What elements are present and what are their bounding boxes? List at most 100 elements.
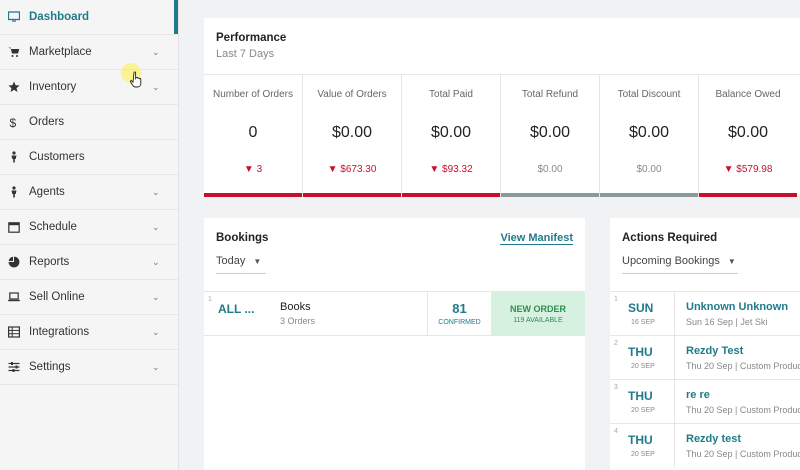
- chevron-down-icon[interactable]: ⌄: [152, 187, 162, 198]
- sidebar-item-settings[interactable]: Settings ⌄: [0, 350, 178, 385]
- sidebar-item-sell-online[interactable]: Sell Online ⌄: [0, 280, 178, 315]
- stat-card: Total Discount $0.00 $0.00: [600, 75, 699, 197]
- action-row[interactable]: 3 THU 20 SEP re re Thu 20 Sep | Custom Produ…: [610, 379, 800, 423]
- performance-title: Performance: [216, 32, 287, 44]
- stat-value: $0.00: [331, 124, 373, 141]
- cart-icon: [8, 46, 20, 58]
- sidebar-item-marketplace[interactable]: Marketplace ⌄: [0, 35, 178, 70]
- bookings-date-dropdown[interactable]: Today ▼: [216, 255, 261, 267]
- chevron-down-icon[interactable]: ⌄: [152, 257, 162, 268]
- action-row[interactable]: 1 SUN 16 SEP Unknown Unknown Sun 16 Sep | Je…: [610, 291, 800, 335]
- stat-label: Value of Orders: [317, 89, 387, 100]
- sidebar-item-schedule[interactable]: Schedule ⌄: [0, 210, 178, 245]
- dollar-icon: $: [8, 116, 20, 128]
- stats-row: Number of Orders 0 ▼ 3 Value of Orders $0.00…: [204, 74, 800, 197]
- agent-icon: [8, 186, 20, 198]
- action-day: THU: [628, 345, 653, 359]
- performance-subtitle: Last 7 Days: [216, 48, 275, 60]
- action-row[interactable]: 2 THU 20 SEP Rezdy Test Thu 20 Sep | Custom …: [610, 335, 800, 379]
- stat-value: $0.00: [628, 124, 670, 141]
- action-customer-name[interactable]: Rezdy test: [686, 433, 741, 445]
- dropdown-value: Upcoming Bookings: [622, 255, 720, 267]
- stat-label: Total Paid: [429, 89, 473, 100]
- stat-card: Balance Owed $0.00 ▼ $579.98: [699, 75, 797, 197]
- stat-delta-value: 3: [256, 164, 263, 175]
- stat-delta: ▼ $93.32: [402, 164, 500, 175]
- trend-down-icon: ▼: [723, 164, 737, 175]
- bookings-panel: Bookings View Manifest Today ▼ 1 ALL ... …: [204, 218, 585, 470]
- sidebar-item-label: Marketplace: [29, 46, 92, 58]
- action-customer-name[interactable]: re re: [686, 389, 710, 401]
- chevron-down-icon[interactable]: ⌄: [152, 327, 162, 338]
- view-manifest-link[interactable]: View Manifest: [500, 232, 573, 245]
- sidebar-item-label: Dashboard: [29, 11, 90, 23]
- sidebar-item-label: Customers: [29, 151, 85, 163]
- action-detail: Thu 20 Sep | Custom Product: [686, 361, 800, 371]
- chevron-down-icon[interactable]: ⌄: [152, 82, 162, 93]
- sidebar-item-label: Schedule: [29, 221, 77, 233]
- action-customer-name[interactable]: Rezdy Test: [686, 345, 743, 357]
- stat-delta-value: $93.32: [442, 164, 473, 175]
- action-date: 20 SEP: [631, 363, 655, 370]
- stat-value: $0.00: [727, 124, 769, 141]
- stat-label: Balance Owed: [715, 89, 781, 100]
- sidebar-item-integrations[interactable]: Integrations ⌄: [0, 315, 178, 350]
- divider: [674, 336, 675, 379]
- monitor-icon: [8, 11, 20, 23]
- action-date: 16 SEP: [631, 319, 655, 326]
- sidebar-item-label: Sell Online: [29, 291, 85, 303]
- pie-chart-icon: [8, 256, 20, 268]
- svg-text:$: $: [10, 116, 17, 128]
- action-detail: Sun 16 Sep | Jet Ski: [686, 317, 768, 327]
- stat-delta-value: $0.00: [537, 164, 563, 175]
- stat-value: $0.00: [430, 124, 472, 141]
- action-customer-name[interactable]: Unknown Unknown: [686, 301, 788, 313]
- actions-required-panel: Actions Required Upcoming Bookings ▼ 1 SUN…: [610, 218, 800, 470]
- sidebar-item-label: Agents: [29, 186, 65, 198]
- bookings-title: Bookings: [216, 232, 269, 244]
- confirmed-label: CONFIRMED: [438, 319, 481, 326]
- stat-color-bar: [303, 193, 401, 197]
- stat-delta-value: $0.00: [636, 164, 662, 175]
- sidebar-item-dashboard[interactable]: Dashboard: [0, 0, 178, 35]
- person-icon: [8, 151, 20, 163]
- stat-color-bar: [402, 193, 500, 197]
- hand-cursor-icon: [130, 71, 142, 88]
- new-order-button[interactable]: NEW ORDER 119 AVAILABLE: [491, 292, 585, 335]
- sidebar-item-label: Reports: [29, 256, 70, 268]
- booking-row[interactable]: 1 ALL ... Books 3 Orders 81 CONFIRMED NE…: [204, 291, 585, 336]
- chevron-down-icon[interactable]: ⌄: [152, 47, 162, 58]
- stat-delta: ▼ $579.98: [699, 164, 797, 175]
- calendar-icon: [8, 221, 20, 233]
- sidebar-item-customers[interactable]: Customers: [0, 140, 178, 175]
- sidebar-item-reports[interactable]: Reports ⌄: [0, 245, 178, 280]
- stat-card: Value of Orders $0.00 ▼ $673.30: [303, 75, 402, 197]
- divider: [674, 292, 675, 335]
- chevron-down-icon[interactable]: ⌄: [152, 362, 162, 373]
- stat-value: $0.00: [529, 124, 571, 141]
- stat-label: Total Discount: [617, 89, 681, 100]
- row-number: 3: [614, 384, 618, 391]
- star-icon: [8, 81, 20, 93]
- sidebar-item-inventory[interactable]: Inventory ⌄: [0, 70, 178, 105]
- row-number: 1: [208, 296, 212, 303]
- new-order-label: NEW ORDER: [510, 304, 566, 314]
- stat-value: 0: [248, 124, 258, 141]
- stat-color-bar: [204, 193, 302, 197]
- chevron-down-icon[interactable]: ⌄: [152, 292, 162, 303]
- chevron-down-icon[interactable]: ⌄: [152, 222, 162, 233]
- action-day: THU: [628, 389, 653, 403]
- caret-down-icon: ▼: [253, 257, 262, 266]
- row-number: 2: [614, 340, 618, 347]
- booking-all-link[interactable]: ALL ...: [218, 302, 254, 316]
- sidebar-item-agents[interactable]: Agents ⌄: [0, 175, 178, 210]
- actions-filter-dropdown[interactable]: Upcoming Bookings ▼: [622, 255, 736, 267]
- stat-card: Total Refund $0.00 $0.00: [501, 75, 600, 197]
- sidebar-item-orders[interactable]: $ Orders: [0, 105, 178, 140]
- stat-card: Total Paid $0.00 ▼ $93.32: [402, 75, 501, 197]
- confirmed-number: 81: [452, 301, 467, 316]
- sidebar: Dashboard Marketplace ⌄ Inventory ⌄ $ Or…: [0, 0, 179, 470]
- action-detail: Thu 20 Sep | Custom Product: [686, 405, 800, 415]
- action-row[interactable]: 4 THU 20 SEP Rezdy test Thu 20 Sep | Custom …: [610, 423, 800, 467]
- confirmed-count: 81 CONFIRMED: [427, 292, 491, 335]
